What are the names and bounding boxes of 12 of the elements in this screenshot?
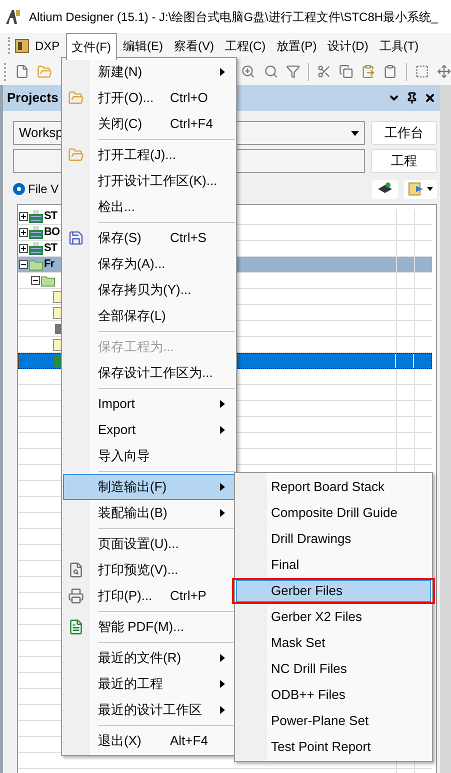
- workspace-name: Worksp: [19, 124, 63, 142]
- shortcut-label: Alt+F4: [170, 732, 208, 750]
- shortcut-label: Ctrl+F4: [170, 115, 213, 134]
- shortcut-label: Ctrl+O: [170, 89, 208, 108]
- tree-item-label: Fr: [44, 257, 54, 272]
- panel-title: Projects: [7, 89, 58, 108]
- tree-item-label: ST: [44, 209, 58, 224]
- shortcut-label: Ctrl+P: [170, 587, 206, 606]
- window-title: Altium Designer (15.1) - J:\绘图台式电脑G盘\进行工程文件\STC8H最小系统_: [29, 8, 438, 26]
- tree-item-label: BO: [44, 225, 60, 240]
- dxp-menu-label: DXP: [35, 38, 60, 54]
- tree-item-label: ST: [44, 241, 58, 256]
